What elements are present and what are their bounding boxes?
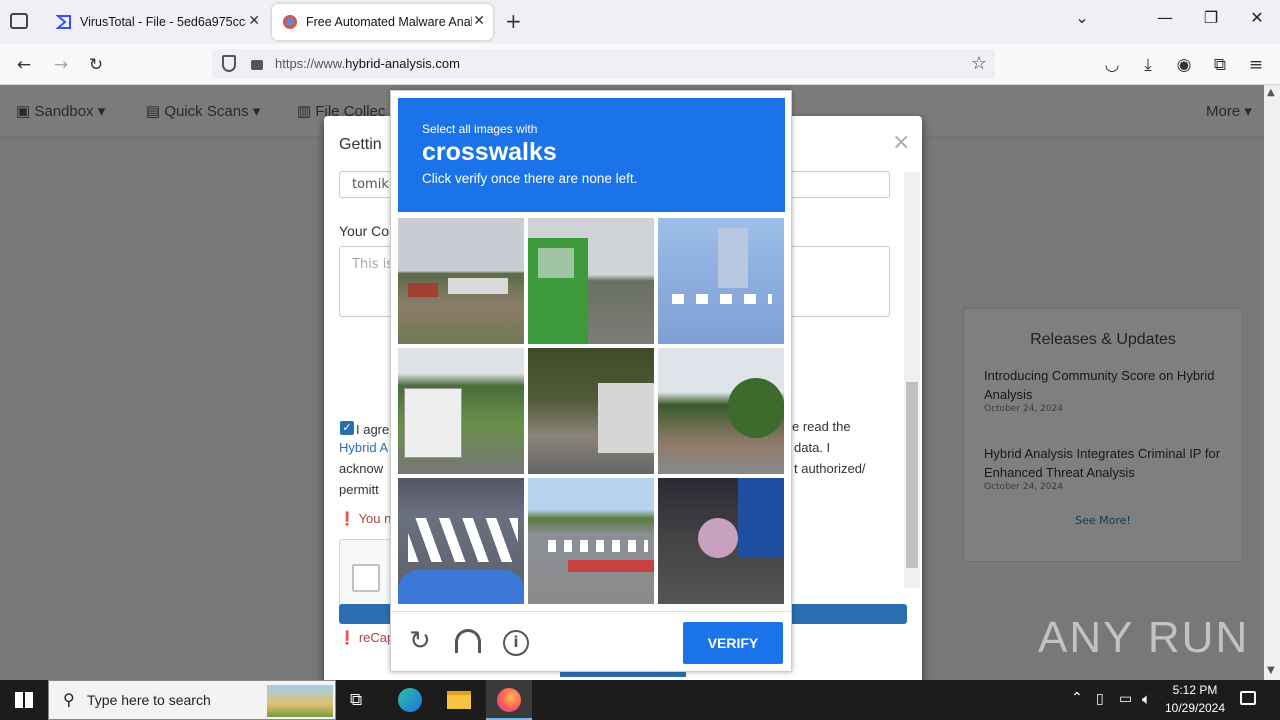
device-icon[interactable]: ▯: [1096, 691, 1104, 707]
captcha-tile-5[interactable]: [528, 348, 654, 474]
shield-icon[interactable]: [222, 55, 236, 72]
firefox-icon[interactable]: [486, 680, 532, 720]
captcha-tile-3[interactable]: [658, 218, 784, 344]
agree-text: e read the: [792, 419, 851, 434]
close-window-button[interactable]: ✕: [1242, 8, 1272, 27]
nav-bar: ← → ↻ https://www.hybrid-analysis.com ☆ …: [0, 44, 1280, 85]
close-tab-icon[interactable]: ✕: [248, 13, 260, 29]
modal-title: Gettin: [339, 136, 382, 153]
captcha-header: Select all images with crosswalks Click …: [398, 98, 785, 212]
edge-icon[interactable]: [398, 688, 422, 712]
menu-icon[interactable]: ≡: [1245, 54, 1267, 76]
taskbar: ⚲ Type here to search ⧉ ⌃ ▯ ▭ 🔈︎ 5:12 PM…: [0, 680, 1280, 720]
notification-icon[interactable]: [1240, 691, 1256, 705]
scroll-up-icon[interactable]: ▲: [1267, 87, 1275, 98]
agree-text: data. I: [794, 440, 831, 455]
tab-title: VirusTotal - File - 5ed6a975cc80: [80, 15, 246, 29]
captcha-footer: ↻ i VERIFY: [391, 611, 791, 671]
url-bar[interactable]: https://www.hybrid-analysis.com ☆: [212, 49, 995, 79]
audio-challenge-icon[interactable]: [455, 629, 481, 653]
captcha-target: crosswalks: [422, 138, 557, 166]
page-scrollbar[interactable]: ▲ ▼: [1264, 85, 1280, 680]
agree-text: acknow: [339, 461, 384, 476]
windows-start-icon[interactable]: [15, 692, 33, 708]
new-tab-button[interactable]: +: [505, 9, 522, 33]
scroll-down-icon[interactable]: ▼: [1267, 665, 1275, 676]
url-text[interactable]: https://www.hybrid-analysis.com: [275, 56, 460, 71]
task-view-icon[interactable]: ⧉: [350, 690, 362, 710]
bookmark-star-icon[interactable]: ☆: [971, 53, 987, 74]
error-message: ❗ You n: [339, 511, 392, 526]
refresh-icon[interactable]: ↻: [409, 626, 431, 656]
verify-button[interactable]: VERIFY: [683, 622, 783, 664]
list-all-tabs-icon[interactable]: ⌄: [1067, 8, 1097, 27]
search-placeholder: Type here to search: [87, 692, 211, 708]
error-message: ❗ reCap: [339, 630, 395, 645]
restore-button[interactable]: ❐: [1196, 8, 1226, 27]
hybrid-link[interactable]: Hybrid A: [339, 440, 388, 455]
agree-text: I agre: [356, 422, 390, 437]
lock-icon[interactable]: [251, 60, 263, 70]
agree-checkbox[interactable]: ✓: [340, 421, 354, 435]
network-icon[interactable]: ▭: [1119, 691, 1132, 707]
close-tab-icon[interactable]: ✕: [473, 13, 485, 29]
captcha-tile-7[interactable]: [398, 478, 524, 604]
captcha-tile-4[interactable]: [398, 348, 524, 474]
virustotal-icon: [56, 15, 71, 29]
tab-list-icon[interactable]: [10, 13, 28, 29]
account-icon[interactable]: ◉: [1173, 54, 1195, 76]
captcha-tile-1[interactable]: [398, 218, 524, 344]
tab-virustotal[interactable]: VirusTotal - File - 5ed6a975cc80 ✕: [46, 4, 268, 40]
agree-text: t authorized/: [794, 461, 866, 476]
captcha-tile-2[interactable]: [528, 218, 654, 344]
taskbar-search[interactable]: ⚲ Type here to search: [48, 680, 336, 720]
recaptcha-checkbox[interactable]: [352, 564, 380, 592]
reload-icon[interactable]: ↻: [85, 54, 107, 76]
tab-hybrid-analysis[interactable]: Free Automated Malware Analy ✕: [272, 4, 493, 40]
captcha-tile-6[interactable]: [658, 348, 784, 474]
downloads-icon[interactable]: ⤓: [1137, 54, 1159, 76]
tab-bar: VirusTotal - File - 5ed6a975cc80 ✕ Free …: [0, 0, 1280, 44]
modal-scrollbar[interactable]: [904, 172, 920, 588]
modal-close-button[interactable]: ×: [892, 130, 910, 155]
volume-icon[interactable]: 🔈︎: [1142, 690, 1151, 708]
captcha-tile-9[interactable]: [658, 478, 784, 604]
captcha-challenge: Select all images with crosswalks Click …: [390, 90, 792, 672]
back-icon[interactable]: ←: [13, 54, 35, 76]
extensions-icon[interactable]: ⧉: [1209, 54, 1231, 76]
comment-label: Your Co: [339, 223, 390, 239]
captcha-prompt: Select all images with: [422, 122, 538, 136]
tab-title: Free Automated Malware Analy: [306, 15, 472, 29]
agree-text: permitt: [339, 482, 379, 497]
captcha-tile-8[interactable]: [528, 478, 654, 604]
captcha-instruction: Click verify once there are none left.: [422, 171, 638, 186]
anyrun-watermark: ANY RUN: [1038, 613, 1250, 662]
scroll-thumb[interactable]: [906, 382, 918, 568]
show-hidden-icons[interactable]: ⌃: [1071, 690, 1083, 706]
hybrid-analysis-icon: [283, 15, 297, 29]
search-highlight-icon: [267, 685, 333, 717]
search-icon: ⚲: [63, 690, 75, 709]
file-explorer-icon[interactable]: [447, 691, 471, 709]
clock-date[interactable]: 10/29/2024: [1164, 701, 1226, 715]
forward-icon[interactable]: →: [50, 54, 72, 76]
info-icon[interactable]: i: [503, 630, 529, 656]
minimize-button[interactable]: —: [1150, 8, 1180, 27]
pocket-icon[interactable]: ◡: [1101, 54, 1123, 76]
clock-time[interactable]: 5:12 PM: [1166, 683, 1224, 697]
